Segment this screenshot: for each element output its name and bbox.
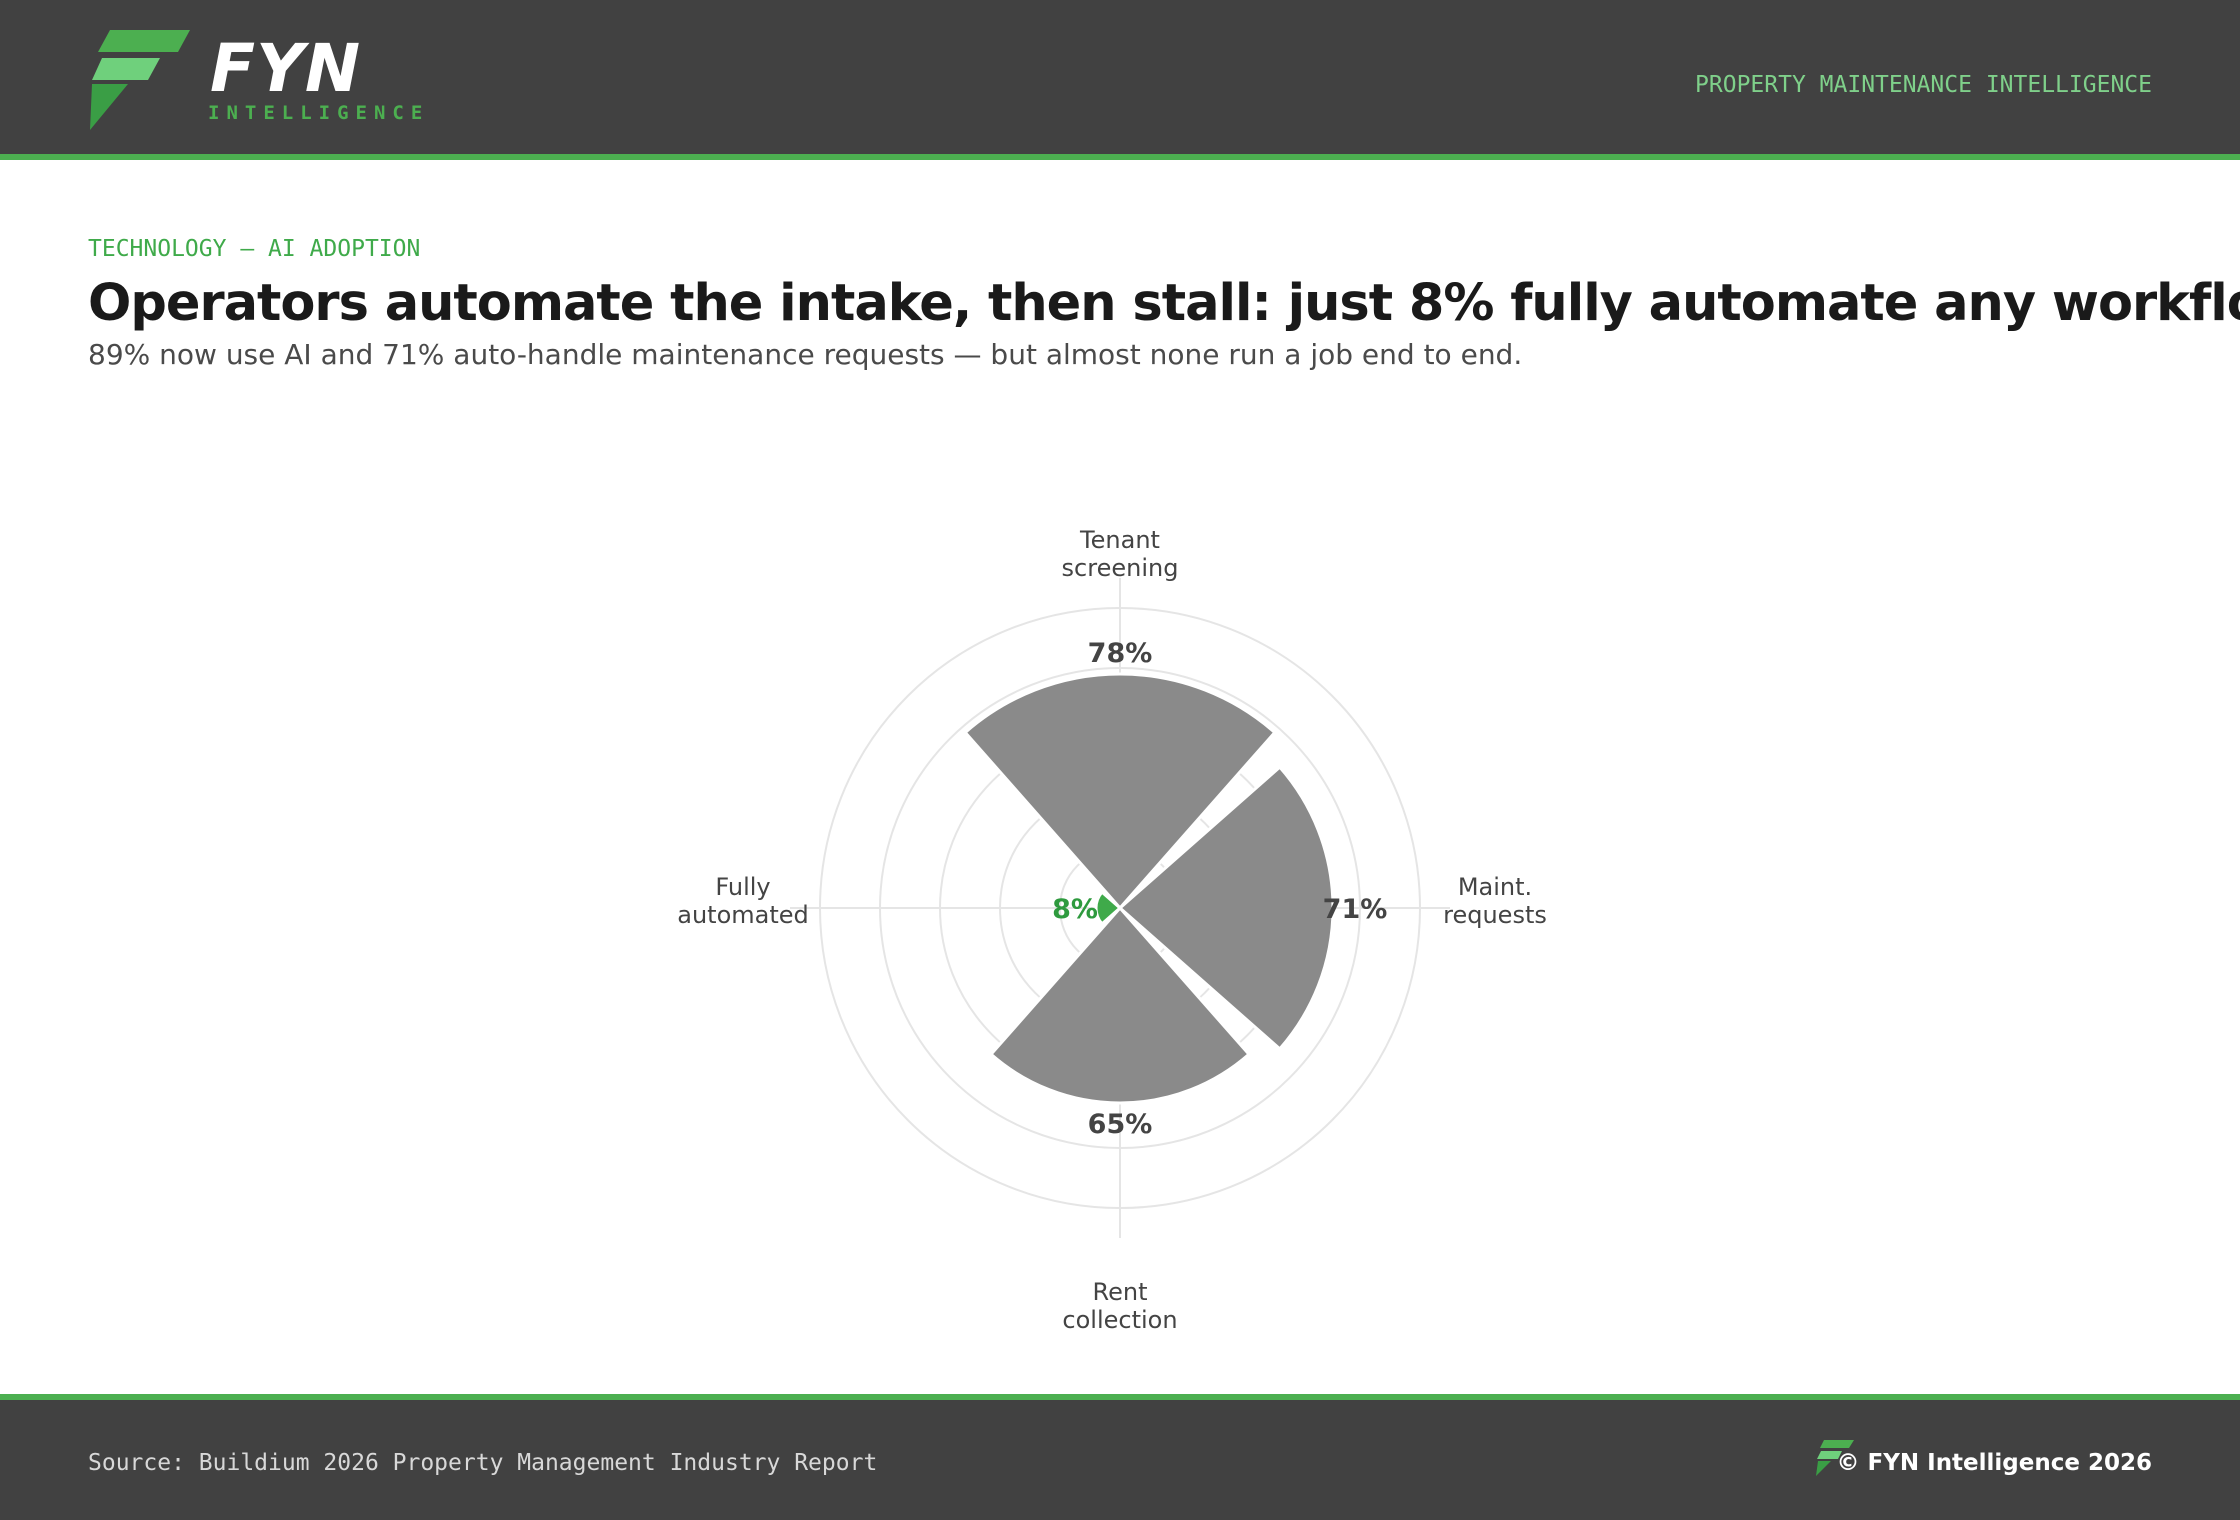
header-bar: FYN INTELLIGENCE PROPERTY MAINTENANCE IN… — [0, 0, 2240, 160]
page-subtitle: 89% now use AI and 71% auto-handle maint… — [88, 338, 1523, 371]
category-label: requests — [1443, 901, 1547, 929]
polar-bar-chart: 78% 71% 65% 8% Tenantscreening Maint.requests… — [677, 526, 1547, 1334]
category-label: automated — [677, 901, 809, 929]
data-label: 65% — [1088, 1109, 1153, 1140]
data-label: 8% — [1052, 894, 1098, 925]
category-label: Tenant — [1079, 526, 1160, 554]
section-eyebrow: TECHNOLOGY — AI ADOPTION — [88, 236, 421, 262]
category-label: Fully — [715, 873, 770, 901]
category-label: screening — [1062, 554, 1179, 582]
data-label: 78% — [1088, 638, 1153, 669]
page-title: Operators automate the intake, then stal… — [88, 274, 2240, 333]
category-label: collection — [1062, 1306, 1177, 1334]
data-label: 71% — [1323, 894, 1388, 925]
header-tagline: PROPERTY MAINTENANCE INTELLIGENCE — [1695, 72, 2152, 98]
brand-f-icon — [90, 30, 190, 130]
brand-logo[interactable]: FYN INTELLIGENCE — [88, 28, 428, 132]
copyright: © FYN Intelligence 2026 — [1836, 1450, 2153, 1476]
brand-name: FYN — [210, 30, 362, 107]
category-label: Maint. — [1458, 873, 1532, 901]
category-label: Rent — [1093, 1278, 1148, 1306]
footer-bar: Source: Buildium 2026 Property Managemen… — [0, 1394, 2240, 1520]
source-note: Source: Buildium 2026 Property Managemen… — [88, 1450, 878, 1476]
brand-sub: INTELLIGENCE — [208, 102, 430, 124]
